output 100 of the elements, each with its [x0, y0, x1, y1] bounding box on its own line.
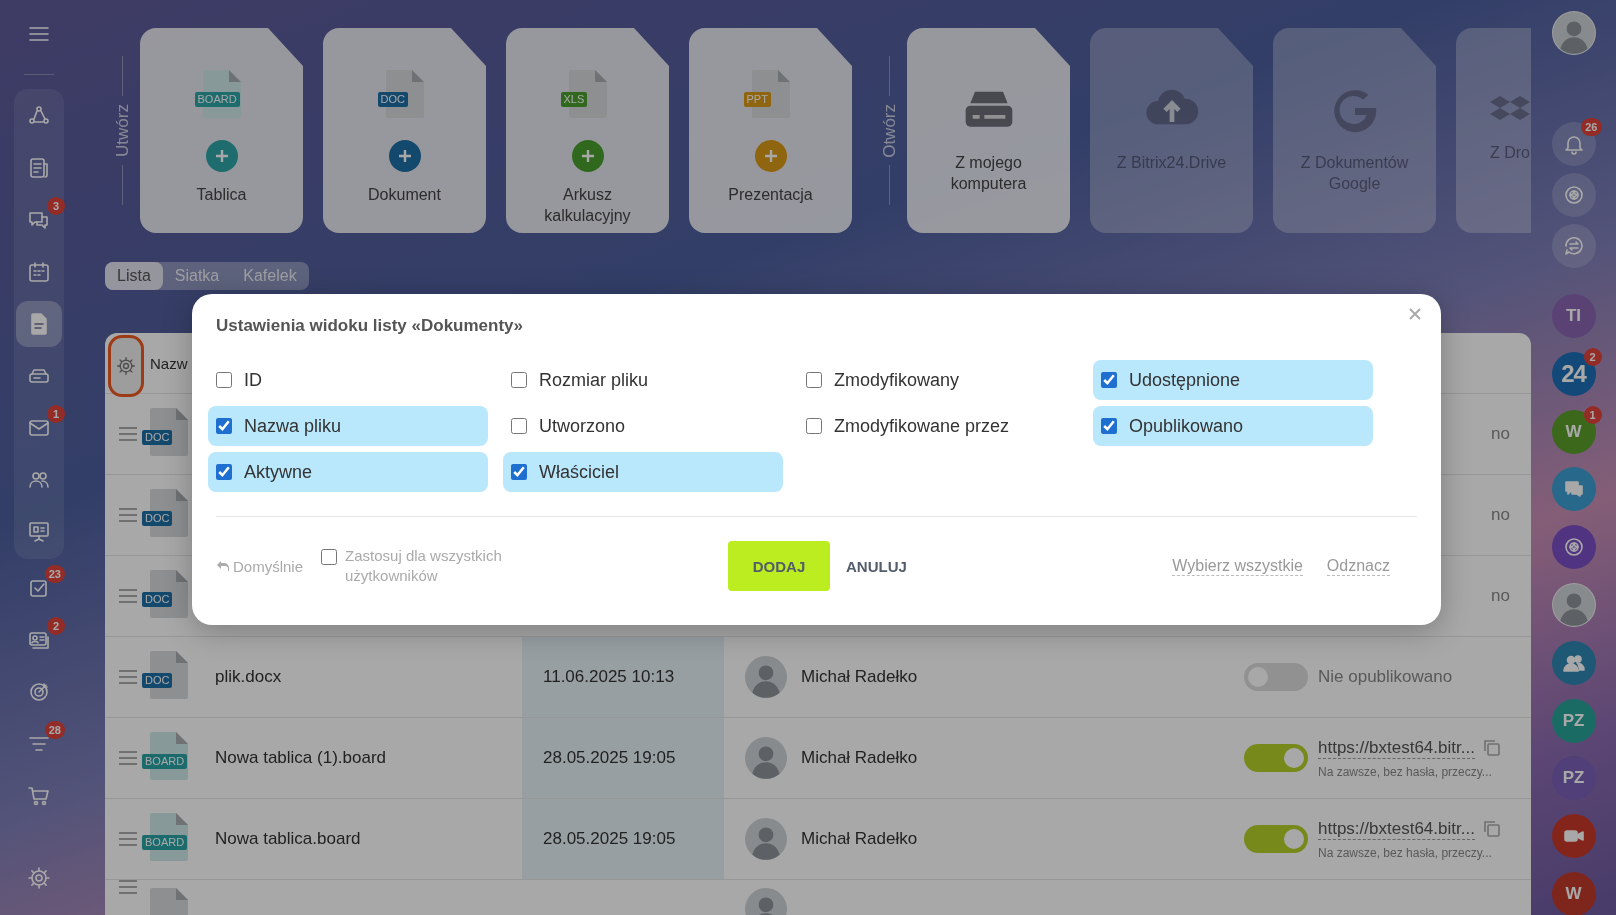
- link-note: Na zawsze, bez hasła, przeczy...: [1318, 764, 1493, 779]
- status-text: no: [1491, 586, 1510, 606]
- create-tile[interactable]: DOC Dokument: [323, 28, 486, 233]
- column-option[interactable]: Udostępnione: [1093, 360, 1373, 400]
- date-text: 28.05.2025 19:05: [543, 829, 676, 849]
- date-text: 11.06.2025 10:13: [543, 667, 675, 687]
- drag-handle-icon[interactable]: [117, 508, 138, 522]
- file-type-label: DOC: [142, 673, 173, 688]
- file-type-label: BOARD: [142, 754, 188, 769]
- column-option[interactable]: Zmodyfikowany: [798, 360, 1078, 400]
- toggle-switch[interactable]: [1244, 825, 1308, 853]
- owner-name[interactable]: Michał Radełko: [801, 748, 918, 768]
- tile-label: Z mojego komputera: [949, 153, 1028, 194]
- user-avatar: [745, 737, 787, 779]
- calendar-icon: [27, 260, 51, 284]
- tile-label: Tablica: [196, 185, 247, 205]
- file-type-label: XLS: [560, 92, 588, 107]
- create-tile[interactable]: PPT Prezentacja: [689, 28, 852, 233]
- section-label: Utwórz: [112, 104, 133, 157]
- drag-handle-icon[interactable]: [117, 670, 138, 684]
- tile-label: Dokument: [368, 185, 441, 205]
- cart-icon: [27, 784, 51, 808]
- presentation-board-icon: [27, 520, 51, 544]
- file-type-label: DOC: [142, 592, 173, 607]
- drag-handle-icon[interactable]: [117, 589, 138, 603]
- checkbox[interactable]: [216, 418, 232, 434]
- column-option[interactable]: ID: [208, 360, 488, 400]
- column-option[interactable]: Utworzono: [503, 406, 783, 446]
- create-tile[interactable]: BOARD Tablica: [140, 28, 303, 233]
- file-type-label: DOC: [142, 511, 173, 526]
- share-link[interactable]: https://bxtest64.bitr...: [1318, 818, 1475, 840]
- person-silhouette-icon: [1552, 584, 1595, 626]
- column-option[interactable]: Nazwa pliku: [208, 406, 488, 446]
- checkbox[interactable]: [511, 372, 527, 388]
- toggle-switch[interactable]: [1244, 744, 1308, 772]
- newsfeed-icon: [27, 156, 51, 180]
- person-silhouette-icon: [1552, 12, 1595, 54]
- file-name[interactable]: Nowa tablica.board: [215, 829, 361, 848]
- open-tile[interactable]: Z mojego komputera: [907, 28, 1070, 233]
- file-name[interactable]: plik.docx: [215, 667, 282, 686]
- cancel-button[interactable]: ANULUJ: [842, 557, 911, 575]
- select-link[interactable]: Odznacz: [1326, 556, 1390, 576]
- add-button[interactable]: DODAJ: [728, 541, 831, 591]
- add-button[interactable]: [571, 140, 604, 172]
- select-link[interactable]: Wybierz wszystkie: [1172, 556, 1303, 576]
- tile-label: Prezentacja: [728, 185, 813, 205]
- column-option[interactable]: Opublikowano: [1093, 406, 1373, 446]
- section-label: Otwórz: [879, 103, 900, 158]
- date-text: 28.05.2025 19:05: [543, 748, 676, 768]
- plus-icon: [214, 149, 229, 163]
- checkbox[interactable]: [321, 549, 338, 565]
- checkbox[interactable]: [1101, 418, 1117, 434]
- copy-icon[interactable]: [1482, 820, 1501, 838]
- drag-handle-icon[interactable]: [117, 880, 138, 894]
- status-text: no: [1491, 505, 1510, 525]
- add-button[interactable]: [388, 140, 421, 172]
- file-type-label: DOC: [377, 92, 408, 107]
- drag-handle-icon[interactable]: [117, 832, 138, 846]
- share-link[interactable]: https://bxtest64.bitr...: [1318, 737, 1475, 759]
- settings-icon: [27, 866, 51, 890]
- plus-icon: [763, 149, 778, 163]
- checkbox[interactable]: [1101, 372, 1117, 388]
- user-avatar: [745, 656, 787, 698]
- close-icon: [1409, 308, 1421, 320]
- checkbox[interactable]: [511, 418, 527, 434]
- column-option[interactable]: Rozmiar pliku: [503, 360, 783, 400]
- settings-icon: [116, 356, 136, 376]
- column-option[interactable]: Aktywne: [208, 452, 488, 492]
- file-type-label: DOC: [142, 430, 173, 445]
- plus-icon: [580, 149, 595, 163]
- file-type-label: BOARD: [142, 835, 188, 850]
- tile-label: Arkusz kalkulacyjny: [543, 185, 632, 226]
- plus-icon: [397, 149, 412, 163]
- checkbox[interactable]: [216, 464, 232, 480]
- owner-name[interactable]: Michał Radełko: [801, 829, 918, 849]
- checkbox[interactable]: [806, 418, 822, 434]
- settings-button[interactable]: [108, 335, 144, 397]
- view-tab[interactable]: Lista: [105, 262, 163, 290]
- file-type-label: BOARD: [194, 92, 240, 107]
- target-icon: [27, 680, 51, 704]
- checkbox[interactable]: [216, 372, 232, 388]
- file-type-label: PPT: [743, 92, 771, 107]
- file-name[interactable]: Nowa tablica (1).board: [215, 748, 387, 767]
- column-option[interactable]: Zmodyfikowane przez: [798, 406, 1078, 446]
- undo-arrow-icon: [216, 560, 230, 572]
- status-text: Nie opublikowano: [1318, 667, 1453, 687]
- add-button[interactable]: [205, 140, 238, 172]
- link-note: Na zawsze, bez hasła, przeczy...: [1318, 845, 1493, 860]
- checkbox[interactable]: [511, 464, 527, 480]
- user-avatar: [745, 818, 787, 860]
- owner-name[interactable]: Michał Radełko: [801, 667, 918, 687]
- create-tile[interactable]: XLS Arkusz kalkulacyjny: [506, 28, 669, 233]
- drag-handle-icon[interactable]: [117, 751, 138, 765]
- column-header[interactable]: Nazw: [150, 354, 188, 372]
- drag-handle-icon[interactable]: [117, 427, 138, 441]
- dialog-title: Ustawienia widoku listy «Dokumenty»: [216, 316, 524, 336]
- copy-icon[interactable]: [1482, 739, 1501, 757]
- checkbox[interactable]: [806, 372, 822, 388]
- column-option[interactable]: Właściciel: [503, 452, 783, 492]
- add-button[interactable]: [754, 140, 787, 172]
